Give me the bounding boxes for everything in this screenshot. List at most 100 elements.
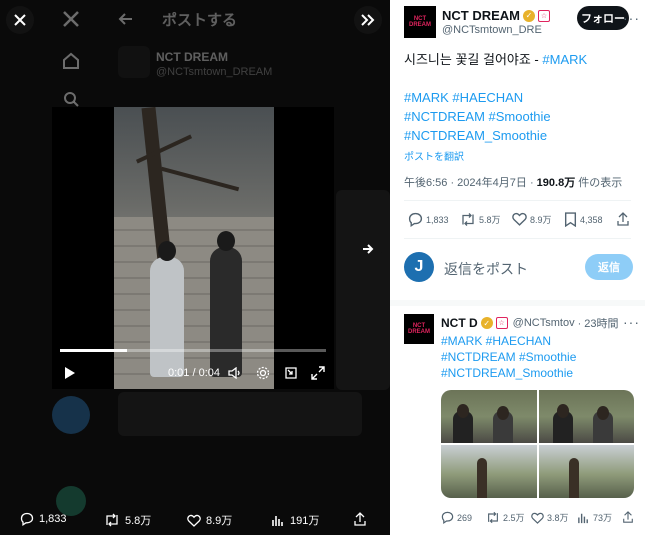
affiliate-badge-icon: ☆ <box>495 317 508 329</box>
hashtag-line-1[interactable]: #MARK #HAECHAN <box>404 88 523 107</box>
viewer-stats-bar: 1,833 5.8万 8.9万 191万 <box>0 505 390 535</box>
thread-views-button[interactable]: 73万 <box>577 511 612 524</box>
more-options-icon[interactable]: ··· <box>623 10 640 26</box>
reply-input[interactable]: 返信をポスト <box>444 259 528 279</box>
share-icon <box>617 212 629 226</box>
thread-author-handle: @NCTsmtov <box>512 317 575 329</box>
follow-button[interactable]: フォロー <box>577 6 629 30</box>
ghost-media-block <box>336 190 390 390</box>
views-icon <box>578 513 588 524</box>
author-avatar[interactable]: NCT DREAM <box>404 6 436 38</box>
hashtag-line-3[interactable]: #NCTDREAM_Smoothie <box>404 126 547 145</box>
back-arrow-icon <box>113 6 139 32</box>
bookmark-icon <box>564 212 577 227</box>
viewer-views-button[interactable]: 191万 <box>271 512 319 528</box>
x-logo-icon <box>58 6 84 32</box>
thread-author-avatar[interactable]: NCT DREAM <box>404 314 434 344</box>
views-icon <box>272 516 283 526</box>
video-player[interactable]: 0:01 / 0:04 <box>52 107 334 389</box>
thread-hashtag-line-3[interactable]: #NCTDREAM_Smoothie <box>441 365 573 381</box>
collapse-panel-button[interactable] <box>354 6 382 34</box>
ghost-header-title: ポストする <box>162 12 238 29</box>
viewer-repost-button[interactable]: 5.8万 <box>104 512 151 528</box>
person-right-head <box>217 231 235 251</box>
my-avatar: J <box>404 252 434 282</box>
bookmark-count: 4,358 <box>580 214 603 225</box>
tree-branch <box>160 166 240 192</box>
section-divider <box>390 300 645 306</box>
next-media-button[interactable] <box>354 235 382 263</box>
thread-image-4[interactable] <box>538 445 634 498</box>
hashtag-line-2[interactable]: #NCTDREAM #Smoothie <box>404 107 551 126</box>
close-button[interactable] <box>6 6 34 34</box>
bookmark-button[interactable]: 4,358 <box>564 212 603 227</box>
thread-image-2[interactable] <box>538 390 634 443</box>
thread-reply-count: 269 <box>457 512 473 523</box>
author-name-row[interactable]: NCT DREAM ✓ ☆ <box>442 8 550 23</box>
post-text-tag[interactable]: #MARK <box>542 52 587 67</box>
like-button[interactable]: 8.9万 <box>512 212 552 226</box>
verified-badge-icon: ✓ <box>523 9 535 22</box>
like-count: 8.9万 <box>530 214 552 225</box>
settings-icon[interactable] <box>255 364 271 382</box>
post-views-suffix: 件の表示 <box>575 177 623 189</box>
thread-time[interactable]: · 23時間 <box>578 315 619 331</box>
viewer-repost-count: 5.8万 <box>125 515 152 527</box>
verified-badge-icon: ✓ <box>480 317 493 329</box>
viewer-views-count: 191万 <box>290 515 320 527</box>
viewer-reply-count: 1,833 <box>39 513 67 525</box>
ghost-avatar <box>118 46 150 78</box>
thread-repost-button[interactable]: 2.5万 <box>486 511 525 524</box>
thread-views-count: 73万 <box>593 513 613 523</box>
thread-more-options-icon[interactable]: ··· <box>623 314 640 330</box>
reply-icon <box>441 511 454 524</box>
reply-icon <box>20 512 34 526</box>
thread-like-button[interactable]: 3.8万 <box>531 511 569 524</box>
thread-image-grid[interactable] <box>441 390 634 498</box>
heart-icon <box>512 212 527 226</box>
thread-author-row[interactable]: NCT D ✓ ☆ @NCTsmtov · 23時間 <box>441 315 619 331</box>
thread-hashtag-line-2[interactable]: #NCTDREAM #Smoothie <box>441 349 576 365</box>
post-detail-panel: NCT DREAM NCT DREAM ✓ ☆ @NCTsmtown_DRE フ… <box>390 0 645 535</box>
fullscreen-icon[interactable] <box>310 364 326 382</box>
ghost-author-name: NCT DREAM <box>156 50 228 64</box>
person-left-head <box>158 241 176 261</box>
media-viewer: ポストする NCT DREAM @NCTsmtown_DREAM 0:01 / … <box>0 0 390 535</box>
video-progress-bar[interactable] <box>60 349 326 352</box>
thread-image-3[interactable] <box>441 445 537 498</box>
play-icon[interactable] <box>62 364 78 382</box>
thread-avatar-text: NCT DREAM <box>408 323 430 335</box>
video-progress-fill <box>60 349 127 352</box>
heart-icon <box>531 512 544 524</box>
video-time: 0:01 / 0:04 <box>168 367 220 379</box>
reply-count: 1,833 <box>426 214 449 225</box>
author-name: NCT DREAM <box>442 8 520 23</box>
pip-icon[interactable] <box>283 364 299 382</box>
thread-hashtag-line-1[interactable]: #MARK #HAECHAN <box>441 333 551 349</box>
grok-icon <box>52 396 90 434</box>
repost-icon <box>106 513 118 527</box>
author-handle[interactable]: @NCTsmtown_DRE <box>442 24 542 36</box>
reply-submit-button[interactable]: 返信 <box>585 254 633 280</box>
post-time[interactable]: 午後6:56 · 2024年4月7日 · <box>404 177 537 189</box>
viewer-reply-button[interactable]: 1,833 <box>20 512 67 526</box>
thread-reply-button[interactable]: 269 <box>441 511 472 524</box>
share-button[interactable] <box>616 212 630 226</box>
thread-repost-count: 2.5万 <box>503 513 525 523</box>
viewer-like-button[interactable]: 8.9万 <box>187 512 232 528</box>
person-left <box>150 257 184 377</box>
reply-button[interactable]: 1,833 <box>408 212 449 227</box>
avatar-text: NCT DREAM <box>409 16 431 28</box>
viewer-share-button[interactable] <box>353 512 367 526</box>
repost-count: 5.8万 <box>479 215 501 225</box>
volume-icon[interactable] <box>227 364 243 382</box>
translate-post-link[interactable]: ポストを翻訳 <box>404 148 464 163</box>
affiliate-badge-icon: ☆ <box>538 9 550 22</box>
post-text-main: 시즈니는 꽃길 걸어야죠 - <box>404 52 543 67</box>
person-right <box>210 247 242 377</box>
repost-button[interactable]: 5.8万 <box>460 212 501 227</box>
thread-like-count: 3.8万 <box>547 513 569 523</box>
thread-share-button[interactable] <box>622 511 634 523</box>
thread-image-1[interactable] <box>441 390 537 443</box>
ghost-author-handle: @NCTsmtown_DREAM <box>156 66 273 78</box>
